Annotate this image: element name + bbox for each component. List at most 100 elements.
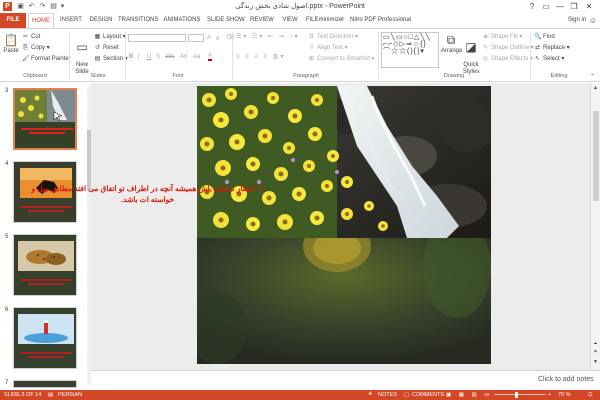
comments-icon[interactable]: ▢ <box>404 391 409 399</box>
change-case-button[interactable]: Aa <box>193 53 200 61</box>
zoom-slider-thumb[interactable] <box>515 392 518 398</box>
zoom-out-button[interactable]: − <box>486 391 489 399</box>
paste-button[interactable]: 📋 Paste <box>2 33 20 55</box>
collapse-ribbon-icon[interactable]: ⌃ <box>590 73 595 81</box>
shape-fill-button[interactable]: ◈ Shape Fill ▾ <box>482 33 522 41</box>
bold-button[interactable]: B <box>129 53 133 61</box>
vertical-scrollbar-thumb[interactable] <box>593 111 599 201</box>
redo-icon[interactable]: ↷ <box>38 2 47 11</box>
customize-qat-icon[interactable]: ▾ <box>58 2 67 11</box>
save-icon[interactable]: ▣ <box>16 2 25 11</box>
section-button[interactable]: ▤Section ▾ <box>94 55 128 63</box>
arrange-button[interactable]: ⧉ Arrange <box>441 33 462 55</box>
tab-transitions[interactable]: TRANSITIONS <box>118 13 158 28</box>
slide-thumbnail-5[interactable] <box>13 234 77 296</box>
effects-icon: ◎ <box>482 56 489 62</box>
ribbon-tab-bar: FILE HOME INSERT DESIGN TRANSITIONS ANIM… <box>0 13 600 28</box>
character-spacing-button[interactable]: AV <box>180 53 188 61</box>
shape-outline-label: Shape Outline <box>491 45 530 51</box>
text-direction-button[interactable]: ⇅ Text Direction ▾ <box>308 33 358 41</box>
shrink-font-button[interactable]: A <box>216 35 219 43</box>
tab-design[interactable]: DESIGN <box>88 13 114 28</box>
quick-styles-button[interactable]: ◪ Quick Styles <box>461 33 481 76</box>
new-slide-button[interactable]: ▭ New Slide <box>72 33 92 76</box>
ribbon-display-options-button[interactable]: ▭ <box>539 1 553 12</box>
vertical-scrollbar[interactable]: ▲ ⏶ ⏷ ▼ <box>590 83 600 370</box>
slide-thumbnail-7[interactable] <box>13 380 77 388</box>
undo-icon[interactable]: ↶ <box>27 2 36 11</box>
group-separator <box>232 32 233 80</box>
replace-button[interactable]: ⇄ Replace ▾ <box>534 44 570 52</box>
close-button[interactable]: ✕ <box>582 1 596 12</box>
current-slide[interactable] <box>197 86 491 364</box>
strikethrough-button[interactable]: abc <box>165 53 175 61</box>
notes-toggle-button[interactable]: NOTES <box>378 391 397 399</box>
sign-in-link[interactable]: Sign in <box>566 13 588 28</box>
alignment-icons[interactable]: ≡ ≡ ≡ ≡ ▥▾ <box>236 53 285 61</box>
start-slideshow-icon[interactable]: ▤ <box>49 2 58 11</box>
zoom-level[interactable]: 70 % <box>558 391 571 399</box>
thumbnail-3-preview <box>15 90 75 148</box>
scroll-up-icon[interactable]: ▲ <box>592 85 599 91</box>
fit-to-window-icon[interactable]: ⊡ <box>588 391 593 399</box>
tab-review[interactable]: REVIEW <box>248 13 276 28</box>
tab-home[interactable]: HOME <box>28 13 54 28</box>
slide-thumbnail-3[interactable] <box>13 88 77 150</box>
align-text-button[interactable]: ⇳ Align Text ▾ <box>308 44 348 52</box>
paragraph-group-label: Paragraph <box>293 73 319 79</box>
scroll-down-icon[interactable]: ▼ <box>592 359 599 365</box>
select-button[interactable]: ↖ Select ▾ <box>534 55 564 63</box>
font-color-button[interactable]: A <box>208 53 213 61</box>
restore-button[interactable]: ❐ <box>567 1 581 12</box>
help-button[interactable]: ? <box>525 1 539 12</box>
underline-button[interactable]: U <box>147 53 151 61</box>
clear-formatting-icon[interactable]: ⌫ <box>226 34 234 42</box>
spellcheck-icon[interactable]: ▤ <box>48 391 53 399</box>
tab-insert[interactable]: INSERT <box>57 13 85 28</box>
language-indicator[interactable]: PERSIAN <box>58 391 82 399</box>
tab-file[interactable]: FILE <box>0 13 26 28</box>
format-painter-button[interactable]: 🖌Format Painter <box>22 55 71 63</box>
smartart-icon: ⊞ <box>308 56 315 62</box>
reset-button[interactable]: ↺ Reset <box>94 44 119 52</box>
minimize-button[interactable]: — <box>553 1 567 12</box>
tab-animations[interactable]: ANIMATIONS <box>162 13 202 28</box>
next-slide-icon[interactable]: ⏷ <box>592 349 599 355</box>
user-avatar-icon[interactable]: ☺ <box>588 13 598 28</box>
shape-effects-label: Shape Effects <box>491 56 529 62</box>
layout-button[interactable]: ▦ Layout ▾ <box>94 33 126 41</box>
convert-smartart-button[interactable]: ⊞ Convert to SmartArt ▾ <box>308 55 375 63</box>
zoom-slider[interactable] <box>494 394 546 395</box>
grow-font-button[interactable]: A <box>207 34 211 42</box>
notes-toggle-icon[interactable]: ≙ <box>368 391 373 399</box>
notes-pane[interactable] <box>91 370 600 390</box>
zoom-in-button[interactable]: + <box>548 391 551 399</box>
previous-slide-icon[interactable]: ⏶ <box>592 341 599 347</box>
notes-placeholder[interactable]: Click to add notes <box>538 376 594 383</box>
font-name-combo[interactable] <box>128 34 186 42</box>
tab-nitro-pdf[interactable]: Nitro PDF Professional <box>350 13 411 28</box>
group-separator <box>530 32 531 80</box>
tab-fileminimizer[interactable]: FILEminimizer <box>304 13 346 28</box>
shapes-gallery[interactable]: ▭╲▭○□△╲╲ ⌐⌐◇▷⇒☆{} ⌒☆☆(){}▾ <box>381 32 439 68</box>
find-button[interactable]: 🔍 Find <box>534 33 555 41</box>
layout-label: Layout <box>103 34 122 40</box>
comments-toggle-button[interactable]: COMMENTS <box>412 391 444 399</box>
shape-effects-button[interactable]: ◎Shape Effects ▾ <box>482 55 533 63</box>
thumbnail-7-preview <box>14 381 76 387</box>
tab-slide-show[interactable]: SLIDE SHOW <box>207 13 245 28</box>
shape-outline-button[interactable]: ✎ Shape Outline ▾ <box>482 44 534 52</box>
italic-button[interactable]: I <box>138 53 140 61</box>
bullets-numbering-icons[interactable]: ☰▾ ☷▾ ⇤ ⇥ ↕▾ <box>236 33 300 41</box>
cut-button[interactable]: ✂ Cut <box>22 33 40 41</box>
slide-thumbnail-6[interactable] <box>13 307 77 369</box>
select-label: Select <box>543 56 560 62</box>
shadow-button[interactable]: S <box>156 53 160 61</box>
tab-view[interactable]: VIEW <box>280 13 300 28</box>
clipboard-icon: 📋 <box>3 33 19 47</box>
font-size-combo[interactable] <box>188 34 204 42</box>
slide-body-text[interactable]: ۲. انتظار نداشته باش همیشه آنچه در اطراف… <box>20 183 275 205</box>
copy-button[interactable]: ⎘ Copy ▾ <box>22 44 50 52</box>
select-arrow-icon: ↖ <box>534 56 541 62</box>
shape-fill-label: Shape Fill <box>491 34 518 40</box>
